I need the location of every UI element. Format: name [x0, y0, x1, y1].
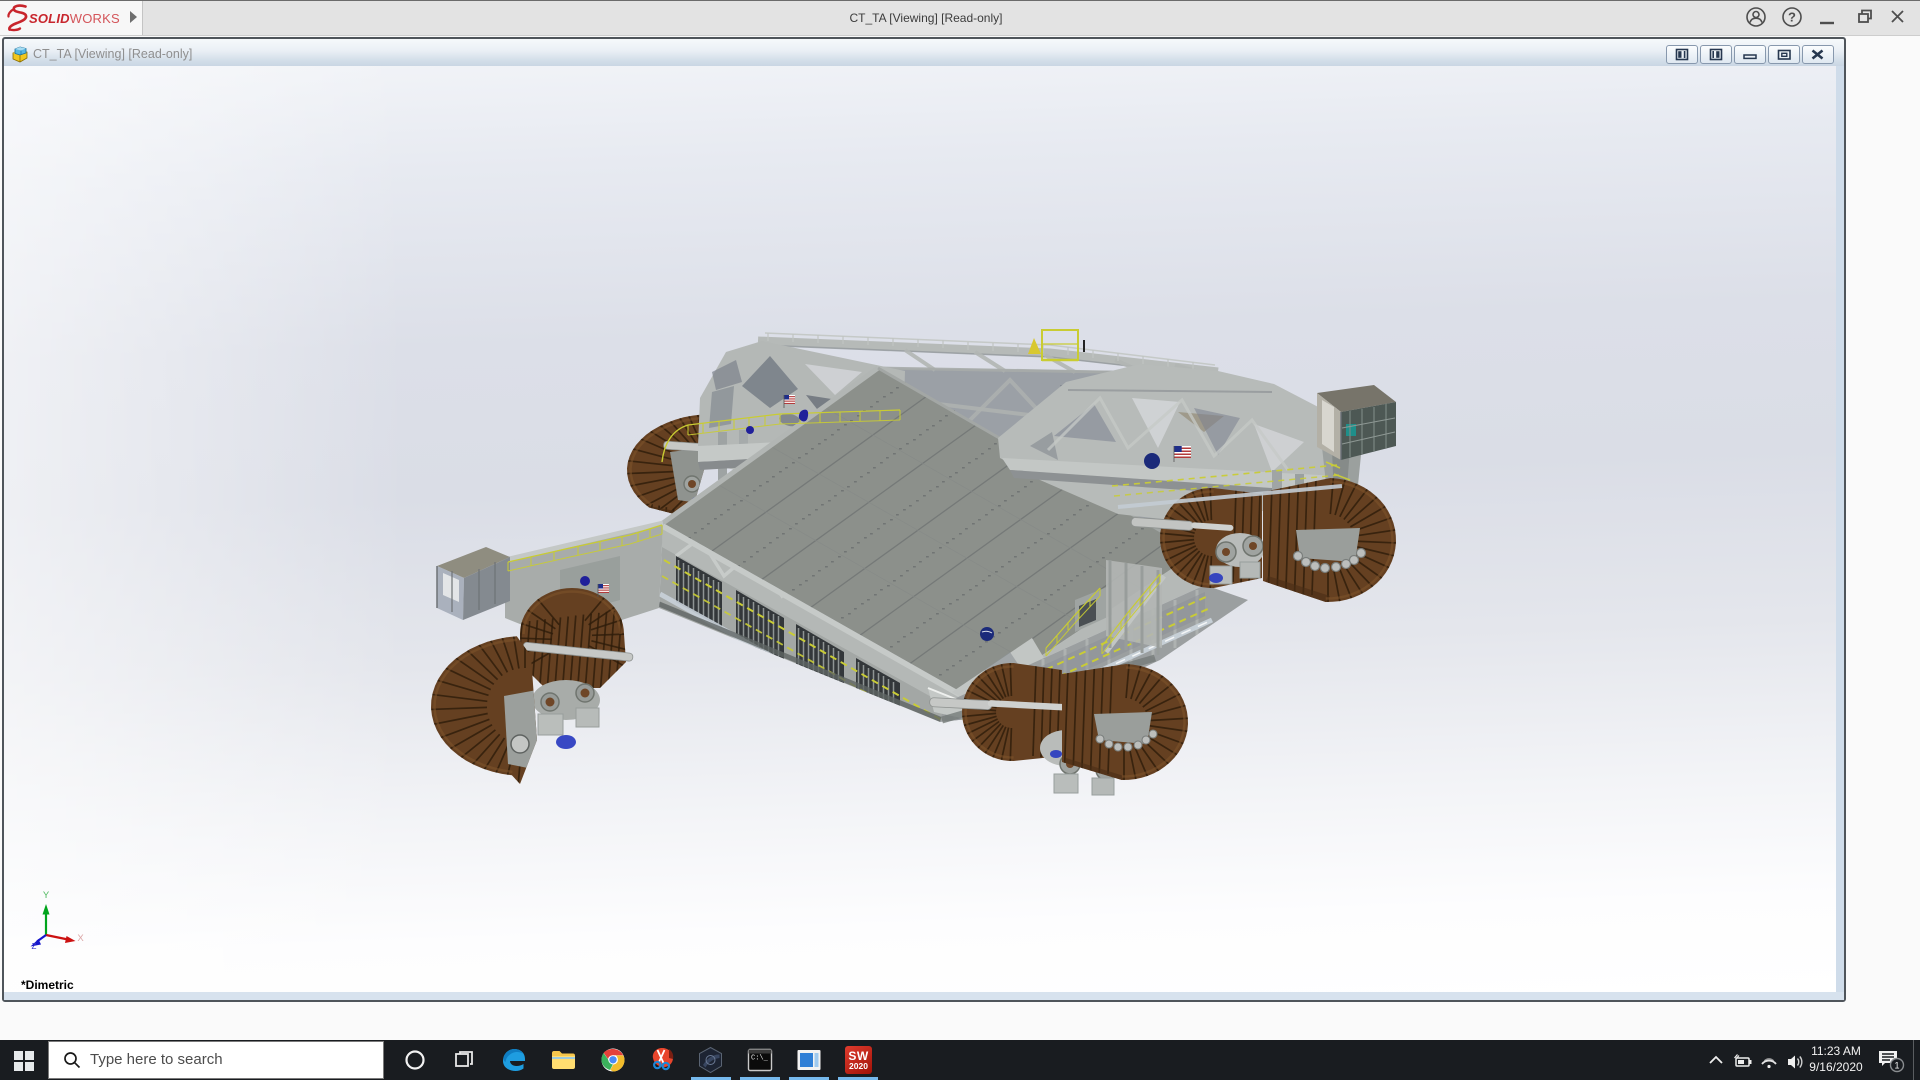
svg-text:1: 1 [1894, 1061, 1899, 1071]
svg-text:Y: Y [43, 890, 50, 901]
svg-text:Z: Z [32, 942, 37, 951]
svg-text:C:\_: C:\_ [751, 1055, 769, 1063]
svg-text:X: X [77, 933, 84, 944]
